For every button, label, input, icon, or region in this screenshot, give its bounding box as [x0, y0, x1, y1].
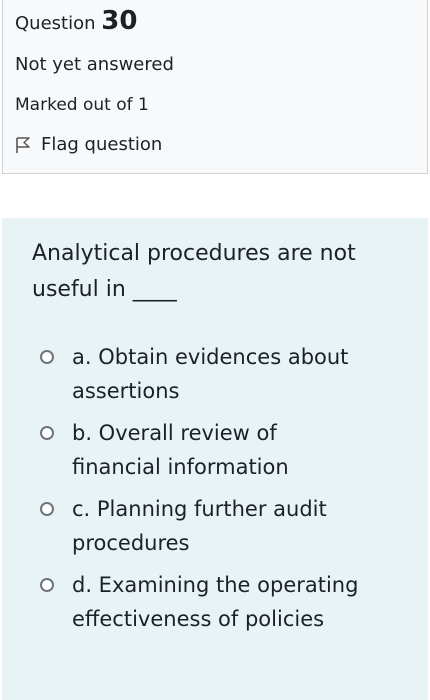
- question-state: Not yet answered: [15, 54, 174, 75]
- answer-label-a[interactable]: a. Obtain evidences about assertions: [72, 340, 372, 408]
- answer-options: a. Obtain evidences about assertions b. …: [40, 340, 410, 644]
- question-grade: Marked out of 1: [15, 95, 149, 115]
- flag-icon: [15, 136, 31, 154]
- question-number-heading: Question 30: [15, 6, 137, 36]
- radio-button-a[interactable]: [40, 350, 54, 364]
- question-text: Analytical procedures are not useful in …: [32, 241, 356, 302]
- question-formulation: Analytical procedures are not useful in …: [2, 218, 428, 700]
- question-info-panel: Question 30 Not yet answered Marked out …: [2, 0, 428, 174]
- answer-label-c[interactable]: c. Planning further audit procedures: [72, 492, 372, 560]
- radio-button-c[interactable]: [40, 502, 54, 516]
- answer-label-b[interactable]: b. Overall review of financial informati…: [72, 416, 372, 484]
- question-number: 30: [101, 6, 138, 36]
- flag-question-button[interactable]: Flag question: [15, 134, 162, 155]
- answer-option-d[interactable]: d. Examining the operating effectiveness…: [40, 568, 410, 636]
- flag-question-label: Flag question: [41, 134, 163, 155]
- radio-button-d[interactable]: [40, 578, 54, 592]
- answer-option-a[interactable]: a. Obtain evidences about assertions: [40, 340, 410, 408]
- answer-option-c[interactable]: c. Planning further audit procedures: [40, 492, 410, 560]
- radio-button-b[interactable]: [40, 426, 54, 440]
- answer-label-d[interactable]: d. Examining the operating effectiveness…: [72, 568, 372, 636]
- question-label: Question: [15, 13, 96, 34]
- answer-option-b[interactable]: b. Overall review of financial informati…: [40, 416, 410, 484]
